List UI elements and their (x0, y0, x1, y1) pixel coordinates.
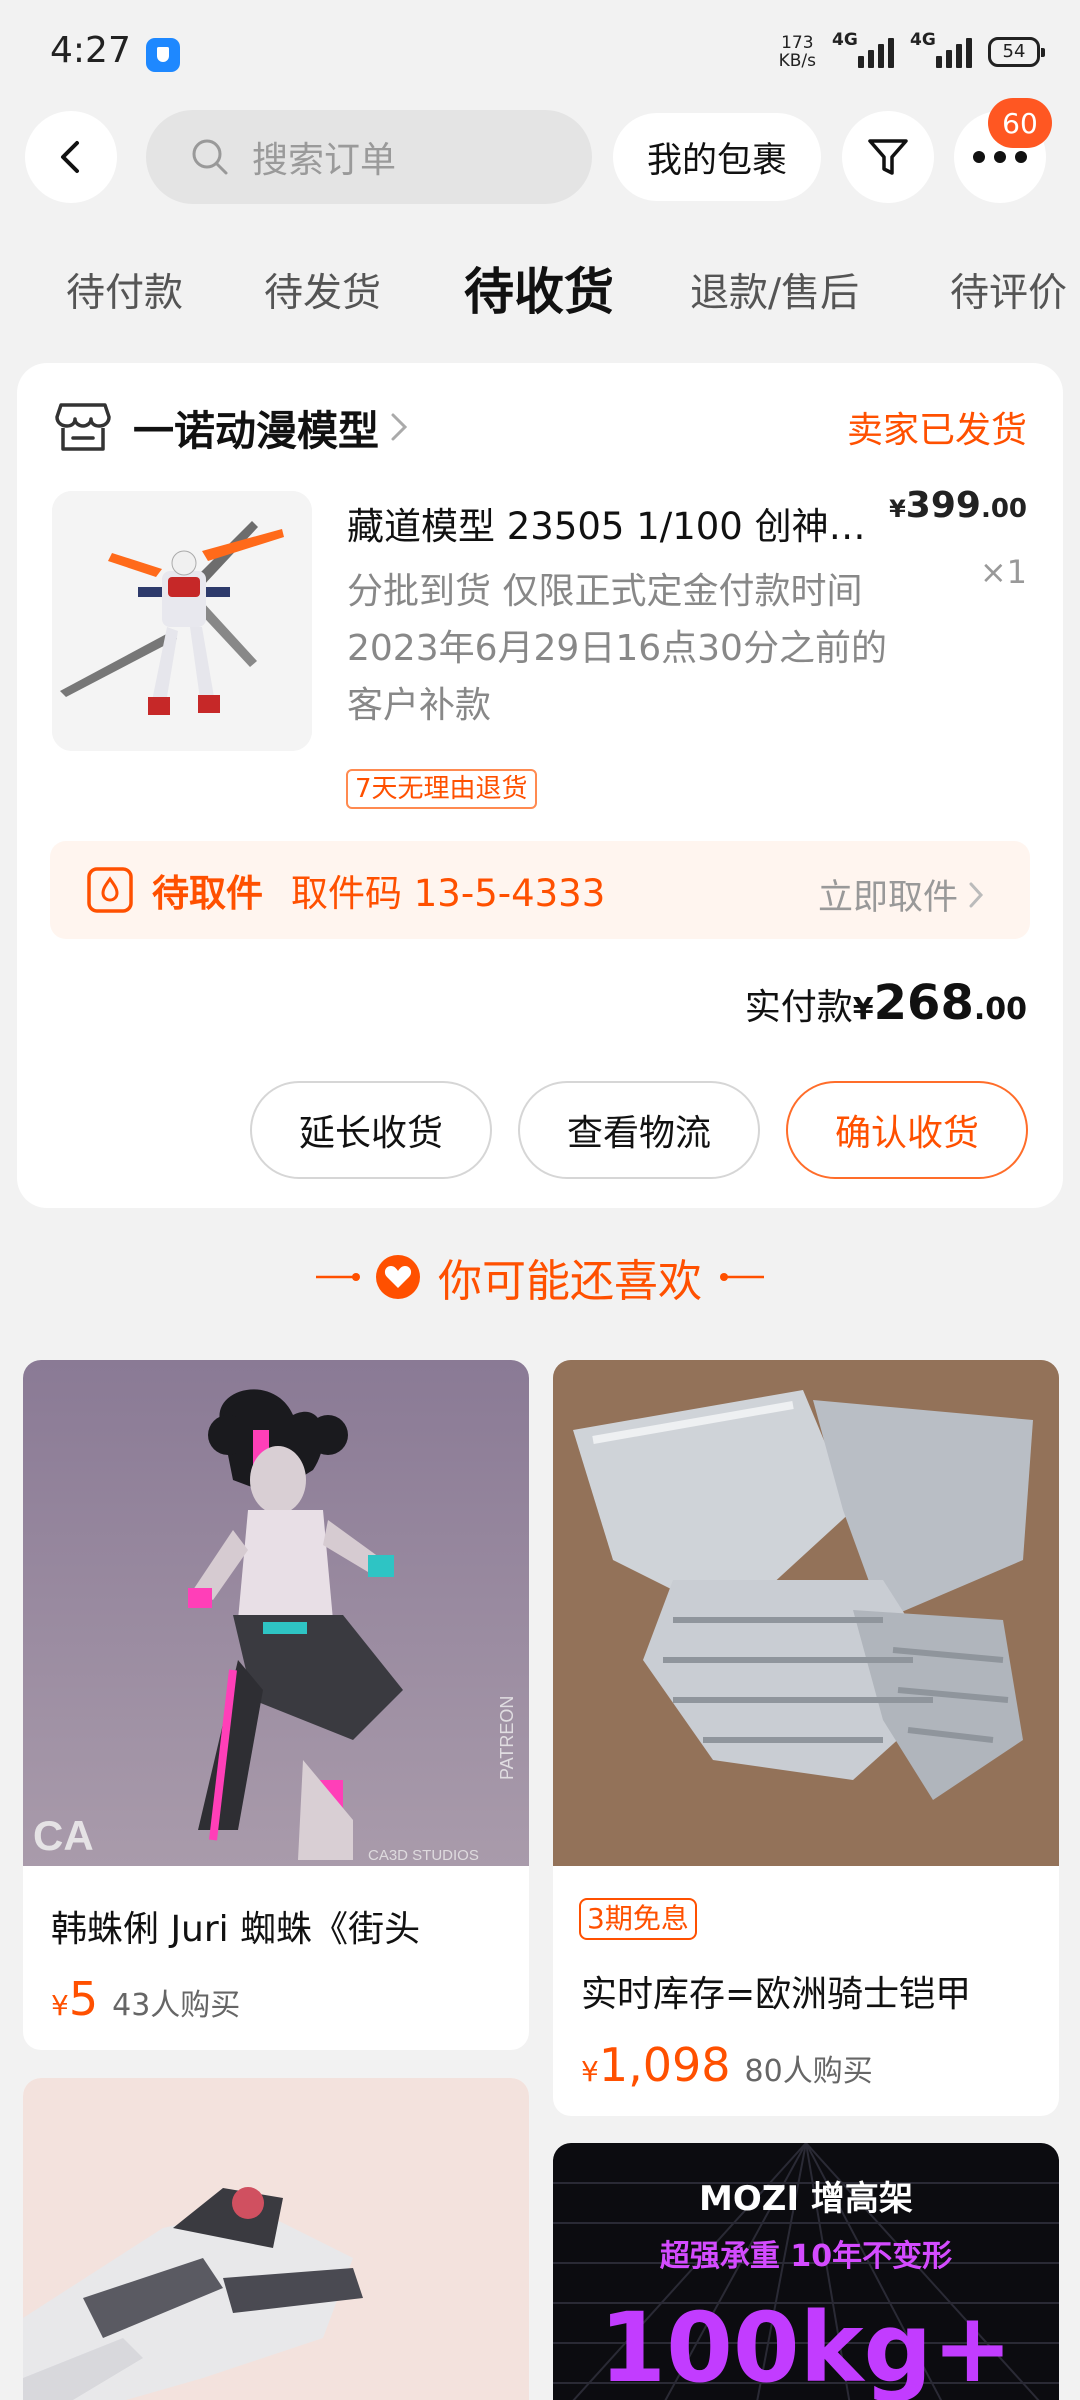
price-currency: ¥ (889, 495, 906, 523)
parcel-locker-icon (87, 867, 133, 913)
network-speed: 173 KB/s (779, 34, 816, 70)
product-title: 韩蛛俐 Juri 蜘蛛《街头 (51, 1909, 421, 1950)
pickup-status: 待取件 (152, 872, 263, 915)
price-value: 5 (68, 1972, 99, 2026)
filter-button[interactable] (842, 111, 934, 203)
notification-badge: 60 (988, 98, 1052, 148)
price-integer: 399 (905, 485, 981, 526)
paid-integer: 268 (873, 975, 974, 1031)
more-dots-icon (973, 151, 1027, 163)
product-title: 实时库存=欧洲骑士铠甲 (581, 1974, 972, 2015)
ad-subline: 超强承重 10年不变形 (659, 2239, 953, 2274)
tab-pending-payment[interactable]: 待付款 (66, 262, 183, 318)
status-bar: 4:27 173 KB/s 4G 4G 54 (0, 0, 1080, 105)
product-price: ¥399.00 (889, 485, 1027, 526)
pickup-code: 取件码 13-5-4333 (291, 872, 606, 915)
signal-1-icon: 4G (832, 30, 894, 68)
order-card: 一诺动漫模型 卖家已发货 藏道模型 23505 1/100 创神… ¥399.0… (17, 363, 1063, 1208)
gundam-model-image (52, 491, 312, 751)
watermark-studio: CA3D STUDIOS (368, 1847, 479, 1864)
tab-pending-review[interactable]: 待评价 (950, 262, 1067, 318)
pickup-bar[interactable]: 待取件 取件码 13-5-4333 立即取件 (50, 841, 1030, 939)
paid-amount-row: 实付款 ¥268.00 (745, 975, 1027, 1031)
back-arrow-icon (61, 141, 79, 173)
chevron-right-icon (969, 882, 984, 907)
product-image (553, 1360, 1059, 1866)
juri-figure-image: CA PATREON CA3D STUDIOS (23, 1360, 529, 1866)
network-speed-unit: KB/s (778, 51, 816, 71)
product-title[interactable]: 藏道模型 23505 1/100 创神… (347, 496, 907, 550)
watermark-ca: CA (33, 1812, 94, 1859)
view-logistics-button[interactable]: 查看物流 (518, 1081, 760, 1179)
search-placeholder: 搜索订单 (252, 140, 397, 181)
recommend-title: 你可能还喜欢 (438, 1256, 702, 1307)
my-packages-button[interactable]: 我的包裹 (613, 113, 821, 201)
search-input[interactable]: 搜索订单 (146, 110, 592, 204)
confirm-receipt-button[interactable]: 确认收货 (786, 1081, 1028, 1179)
product-card[interactable] (23, 2078, 529, 2400)
paid-decimal: .00 (973, 992, 1027, 1027)
product-spec: 分批到货 仅限正式定金付款时间2023年6月29日16点30分之前的客户补款 (347, 571, 887, 726)
paid-label: 实付款 (744, 987, 853, 1028)
product-card[interactable]: 3期免息 实时库存=欧洲骑士铠甲 ¥ 1,098 80人购买 (553, 1360, 1059, 2116)
signal-2-label: 4G (910, 30, 936, 50)
mecha-model-image (23, 2078, 529, 2400)
shop-icon (55, 403, 111, 451)
tab-refund-aftersale[interactable]: 退款/售后 (690, 262, 859, 318)
left-decoration-icon (316, 1273, 360, 1281)
order-status-tabs: 待付款 待发货 待收货 退款/售后 待评价 (0, 250, 1080, 330)
shop-header[interactable]: 一诺动漫模型 (55, 397, 409, 457)
paid-currency: ¥ (852, 992, 874, 1027)
battery-icon: 54 (988, 37, 1045, 67)
order-status-text: 卖家已发货 (846, 410, 1027, 451)
product-image: CA PATREON CA3D STUDIOS (23, 1360, 529, 1866)
product-thumbnail[interactable] (52, 491, 312, 751)
recommend-header: 你可能还喜欢 (0, 1242, 1080, 1312)
right-decoration-icon (720, 1273, 764, 1281)
paid-amount: ¥268.00 (853, 975, 1027, 1031)
sold-count: 80人购买 (744, 2054, 873, 2089)
product-card[interactable]: CA PATREON CA3D STUDIOS 韩蛛俐 Juri 蜘蛛《街头 ¥… (23, 1360, 529, 2050)
price-value: 1,098 (598, 2038, 731, 2092)
tab-pending-shipment[interactable]: 待发货 (264, 262, 381, 318)
heart-icon (376, 1255, 420, 1299)
ad-headline: MOZI 增高架 (699, 2179, 913, 2219)
filter-icon (868, 139, 908, 175)
watermark-patreon: PATREON (497, 1696, 517, 1780)
extend-receipt-button[interactable]: 延长收货 (250, 1081, 492, 1179)
product-price-row: ¥ 1,098 80人购买 (581, 2038, 873, 2092)
installment-tag: 3期免息 (579, 1898, 697, 1940)
product-quantity: ×1 (979, 553, 1027, 591)
return-policy-tag: 7天无理由退货 (346, 769, 537, 809)
header: 搜索订单 我的包裹 60 (0, 98, 1080, 205)
price-currency: ¥ (581, 2055, 599, 2088)
price-currency: ¥ (51, 1989, 69, 2022)
signal-2-icon: 4G (910, 30, 972, 68)
ad-big-text: 100kg+ (599, 2292, 1013, 2400)
signal-1-label: 4G (832, 30, 858, 50)
status-time: 4:27 (50, 30, 131, 71)
sold-count: 43人购买 (112, 1988, 241, 2023)
knight-gauntlets-image (553, 1360, 1059, 1866)
chevron-right-icon (391, 413, 408, 441)
price-decimal: .00 (980, 494, 1027, 524)
tab-pending-receipt[interactable]: 待收货 (464, 252, 614, 324)
shop-name: 一诺动漫模型 (133, 407, 379, 455)
network-speed-value: 173 (781, 33, 814, 53)
search-icon (192, 139, 228, 175)
product-price-row: ¥ 5 43人购买 (51, 1972, 240, 2026)
pickup-now-link[interactable]: 立即取件 (818, 869, 986, 920)
status-right: 173 KB/s 4G 4G 54 (779, 30, 1045, 70)
security-shield-icon (146, 38, 180, 72)
back-button[interactable] (25, 111, 117, 203)
product-card-ad[interactable]: MOZI 增高架 超强承重 10年不变形 100kg+ (553, 2143, 1059, 2400)
pickup-now-label: 立即取件 (817, 878, 958, 918)
